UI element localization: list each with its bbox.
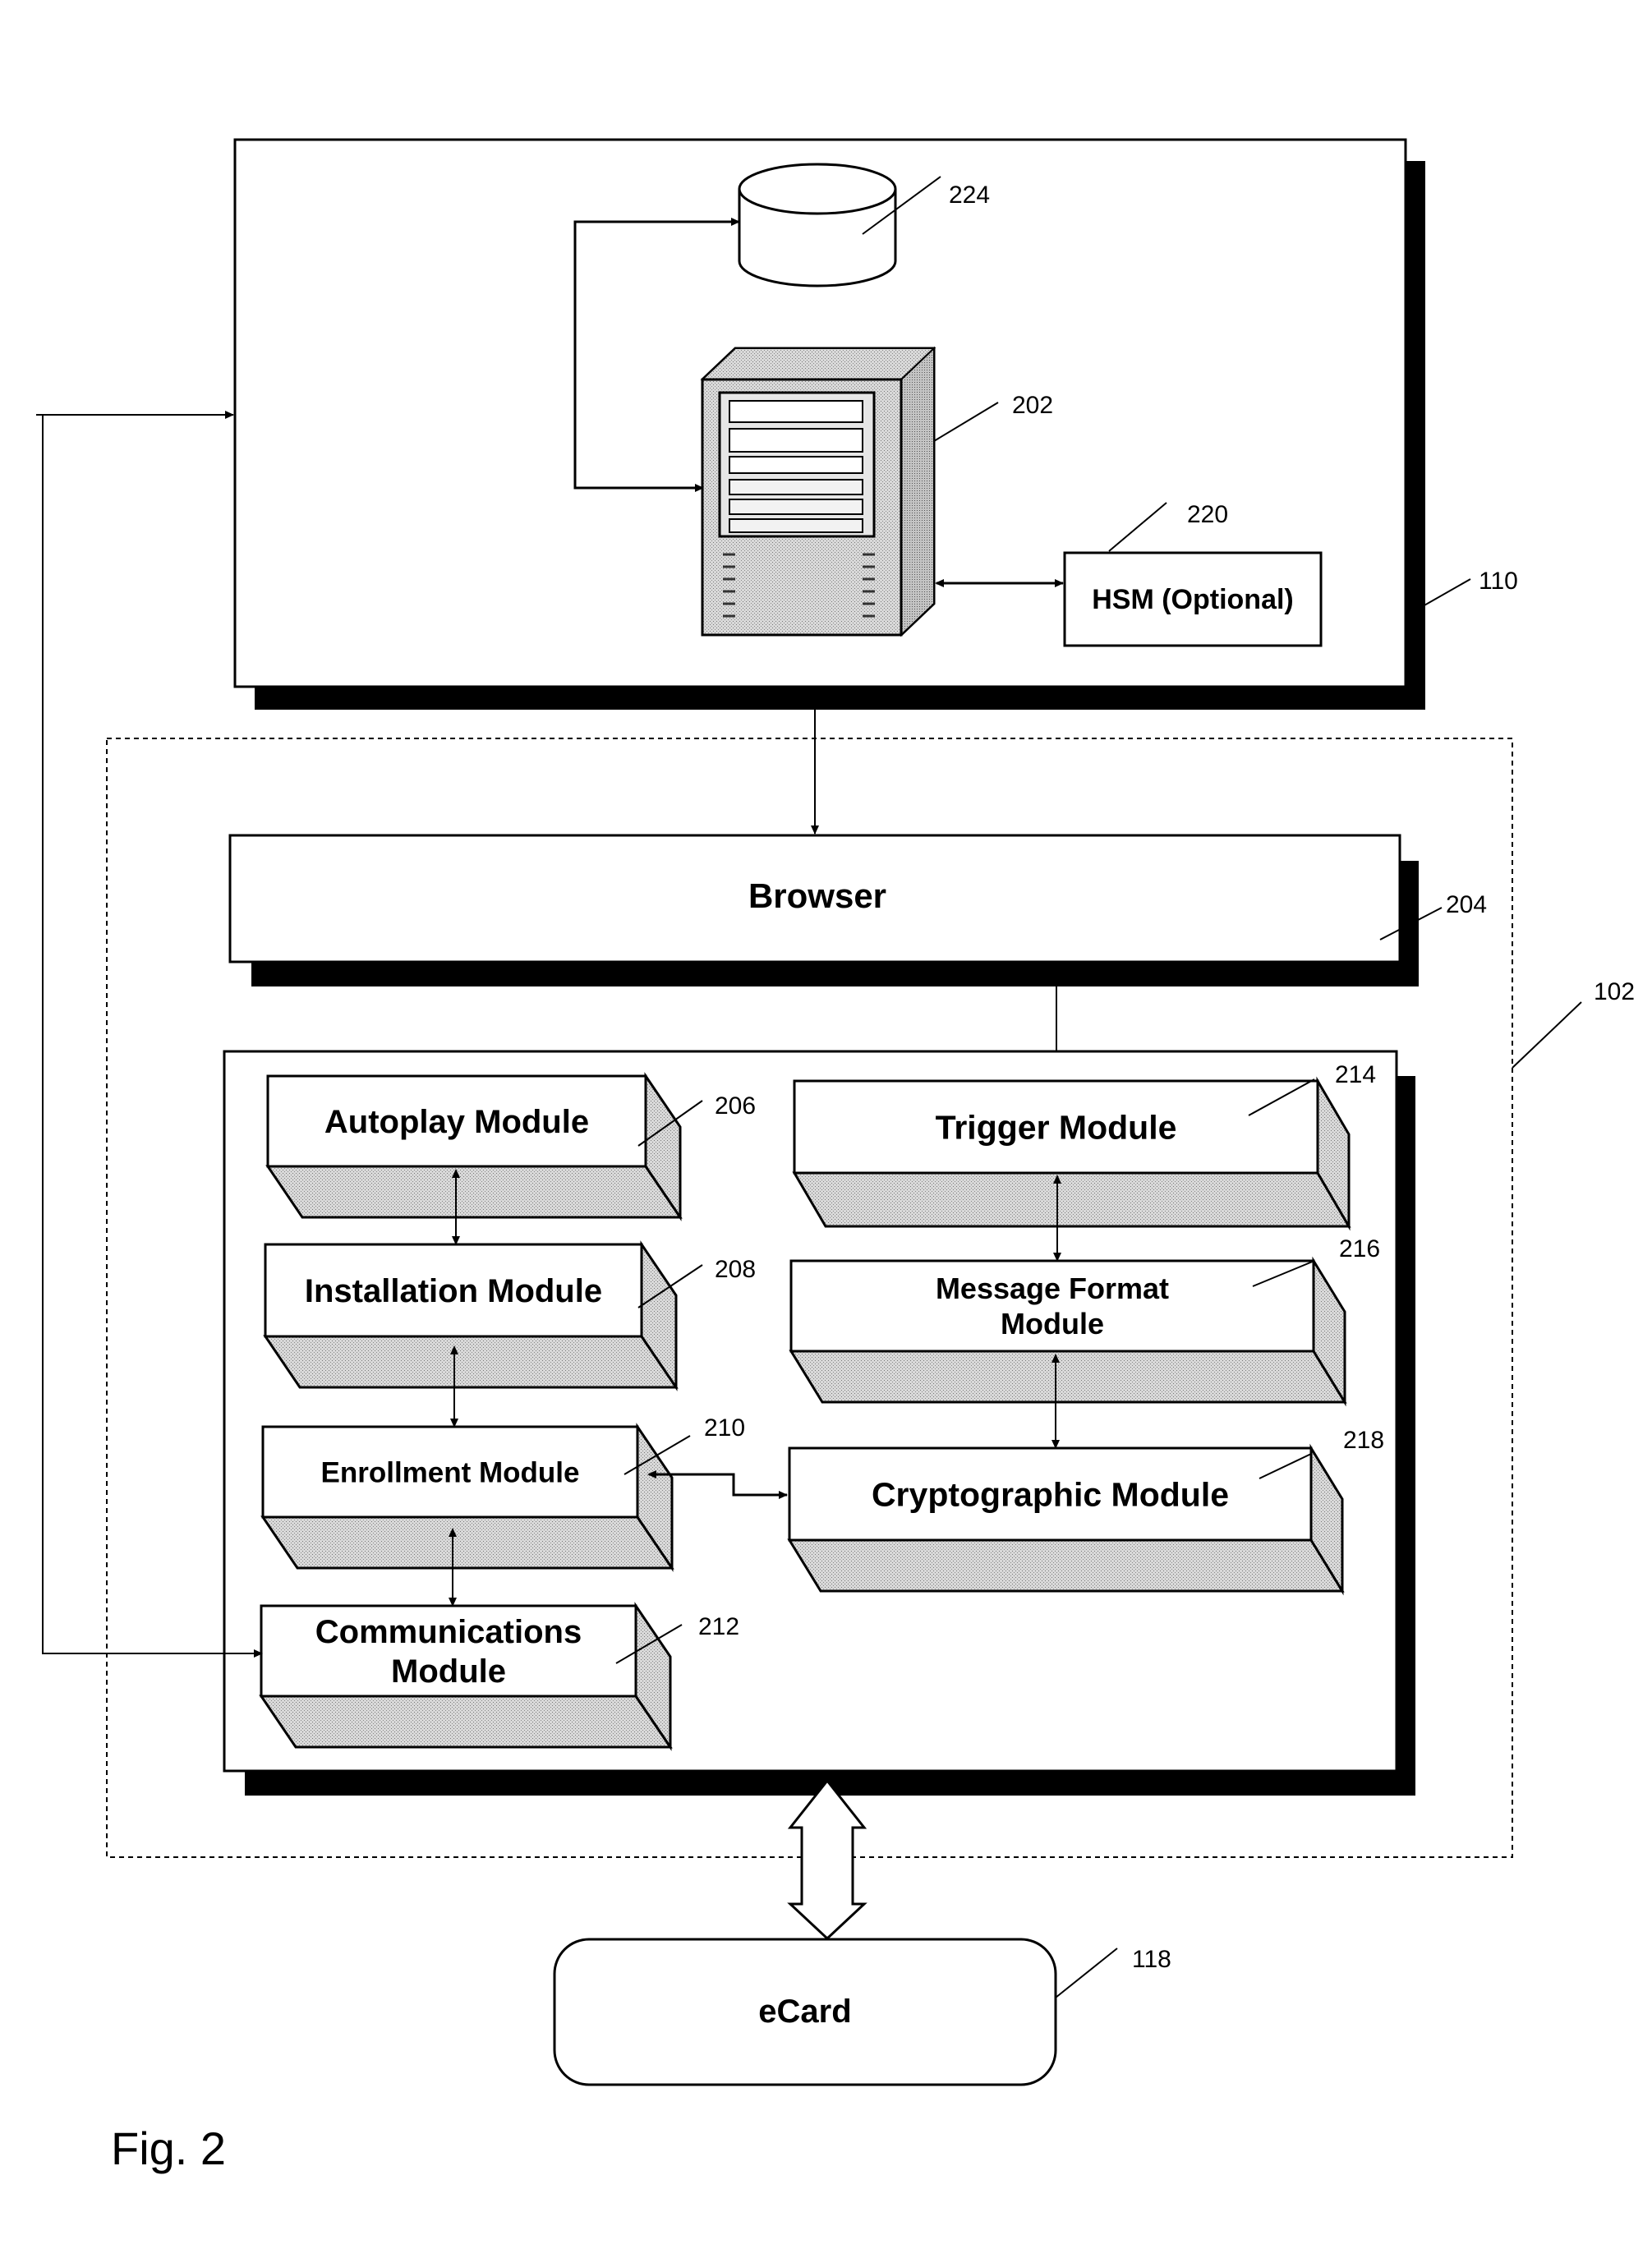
module-bottom-face xyxy=(265,1165,683,1219)
module-label: Installation Module xyxy=(305,1273,602,1309)
block-diagram: 110 224 202 HSM (Optional) 220 102 Brows… xyxy=(36,138,1635,2174)
module-bottom-face xyxy=(787,1538,1345,1593)
ref-202: 202 xyxy=(1012,392,1053,419)
module-bottom-face xyxy=(792,1171,1351,1228)
module-ref: 212 xyxy=(698,1613,739,1640)
ref-220: 220 xyxy=(1187,501,1228,528)
leader-118 xyxy=(1055,1948,1118,1998)
module-bottom-face xyxy=(263,1335,679,1389)
ref-224: 224 xyxy=(949,182,990,209)
module-label: Trigger Module xyxy=(936,1108,1177,1146)
module-ref: 206 xyxy=(715,1092,756,1120)
module-ref: 216 xyxy=(1339,1235,1380,1262)
module-bottom-face xyxy=(789,1350,1347,1404)
module-label: Module xyxy=(1001,1307,1104,1341)
ref-118: 118 xyxy=(1132,1946,1171,1973)
figure-caption: Fig. 2 xyxy=(111,2122,226,2174)
module-label: Enrollment Module xyxy=(321,1456,580,1488)
module-ref: 210 xyxy=(704,1414,745,1442)
module-bottom-face xyxy=(260,1515,674,1570)
ecard-label: eCard xyxy=(758,1994,851,2030)
module-ref: 208 xyxy=(715,1256,756,1283)
module-ref: 218 xyxy=(1343,1427,1384,1454)
ref-110: 110 xyxy=(1479,568,1518,595)
module-trigger: Trigger Module 214 xyxy=(792,1061,1376,1231)
module-cryptographic: Cryptographic Module 218 xyxy=(787,1427,1384,1596)
module-label: Message Format xyxy=(936,1272,1169,1305)
module-label: Module xyxy=(391,1653,506,1690)
hsm-label: HSM (Optional) xyxy=(1092,584,1294,615)
ref-102: 102 xyxy=(1594,978,1635,1005)
browser-label: Browser xyxy=(748,876,886,915)
wide-bidirectional-arrow-icon xyxy=(787,1778,867,1941)
module-ref: 214 xyxy=(1335,1061,1376,1088)
module-label: Communications xyxy=(315,1614,582,1650)
module-message-format: Message FormatModule 216 xyxy=(789,1235,1380,1407)
leader-102 xyxy=(1512,1001,1582,1069)
module-bottom-face xyxy=(259,1695,673,1749)
server-tower-icon xyxy=(700,346,936,637)
module-label: Cryptographic Module xyxy=(872,1475,1229,1513)
database-cylinder-icon xyxy=(738,163,897,287)
ref-204: 204 xyxy=(1446,891,1487,918)
module-label: Autoplay Module xyxy=(324,1104,589,1140)
